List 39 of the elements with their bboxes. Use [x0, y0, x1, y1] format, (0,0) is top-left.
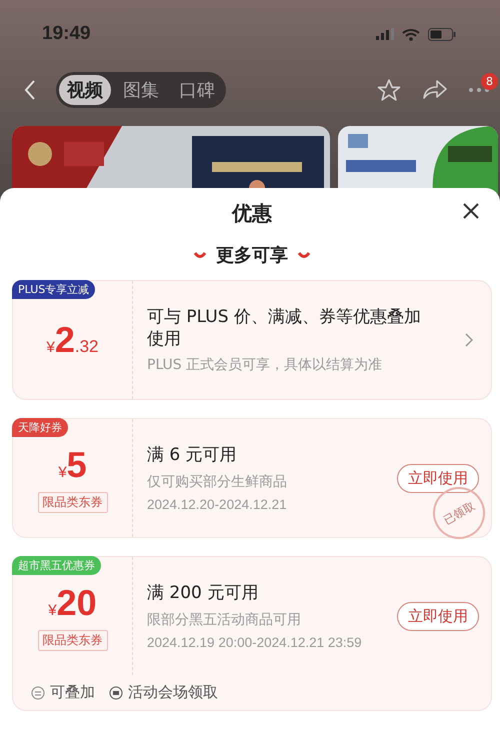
media-tab[interactable]: 图集: [115, 75, 167, 106]
use-now-button[interactable]: 立即使用: [397, 464, 479, 492]
section-title: 更多可享: [216, 244, 288, 267]
coupon-note: 活动会场领取: [128, 683, 218, 702]
coupon-dates: 2024.12.19 20:00-2024.12.21 23:59: [147, 634, 363, 650]
status-time: 19:49: [42, 23, 91, 46]
use-now-button[interactable]: 立即使用: [397, 602, 479, 630]
coupon-description: 仅可购买部分生鲜商品: [147, 472, 288, 491]
coupon-description: PLUS 正式会员可享，具体以结算为准: [147, 356, 384, 374]
media-tab[interactable]: 口碑: [171, 75, 223, 106]
media-tab[interactable]: 视频: [59, 75, 111, 106]
smile-icon: [194, 252, 206, 258]
wifi-icon: [402, 28, 420, 41]
coupon-amount: ¥2.32: [46, 319, 98, 361]
ticket-icon: [109, 686, 123, 700]
battery-icon: [428, 28, 456, 41]
star-icon[interactable]: [376, 78, 402, 103]
coupon-description: 限部分黑五活动商品可用: [147, 610, 302, 629]
smile-icon: [298, 252, 310, 258]
coupon-tag: 限品类东券: [38, 630, 108, 650]
coupon-badge: 天降好券: [12, 418, 68, 437]
share-icon[interactable]: [422, 79, 448, 102]
sheet-title: 优惠: [232, 200, 272, 226]
coupon-amount: ¥20: [48, 582, 97, 624]
coupon-title: 满 6 元可用: [147, 444, 238, 467]
coupon-title: 满 200 元可用: [147, 582, 260, 605]
coupon-title: 可与 PLUS 价、满减、券等优惠叠加使用: [147, 306, 422, 350]
close-button[interactable]: [462, 202, 480, 220]
back-button[interactable]: [24, 79, 36, 102]
coupon-tag: 限品类东券: [38, 492, 108, 512]
chevron-right-icon[interactable]: [465, 333, 473, 347]
signal-icon: [376, 28, 394, 40]
stack-icon: [31, 686, 45, 700]
coupon-amount: ¥5: [58, 444, 87, 486]
coupon-dates: 2024.12.20-2024.12.21: [147, 496, 288, 512]
notification-badge: 8: [481, 73, 498, 90]
coupon-badge: PLUS专享立减: [12, 280, 96, 299]
coupon-badge: 超市黑五优惠券: [12, 556, 101, 575]
coupon-note: 可叠加: [50, 683, 95, 702]
